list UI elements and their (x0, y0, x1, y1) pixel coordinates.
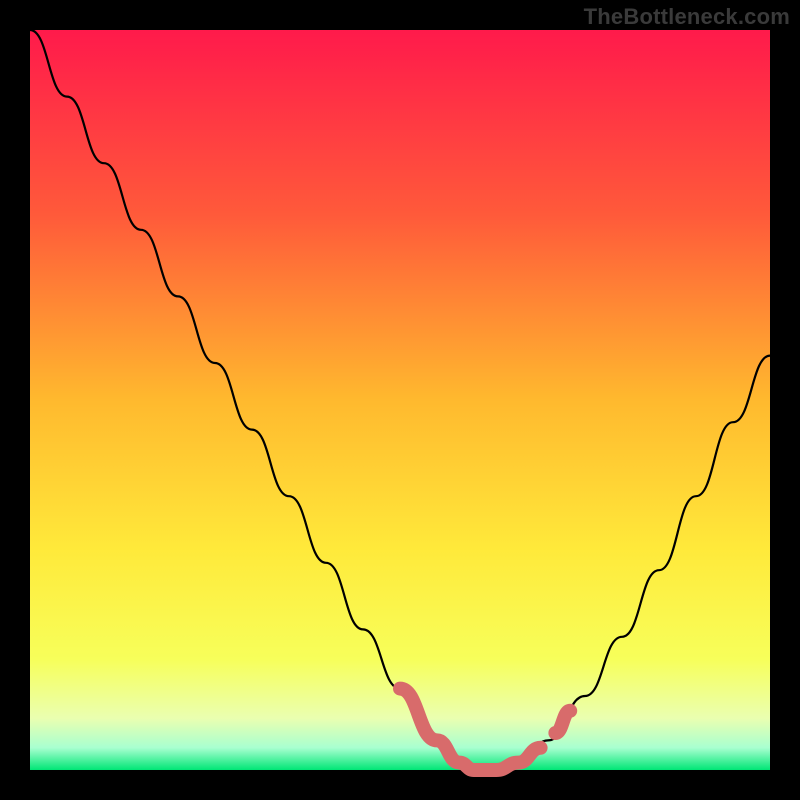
chart-frame: TheBottleneck.com (0, 0, 800, 800)
bottleneck-chart (0, 0, 800, 800)
plot-background (30, 30, 770, 770)
